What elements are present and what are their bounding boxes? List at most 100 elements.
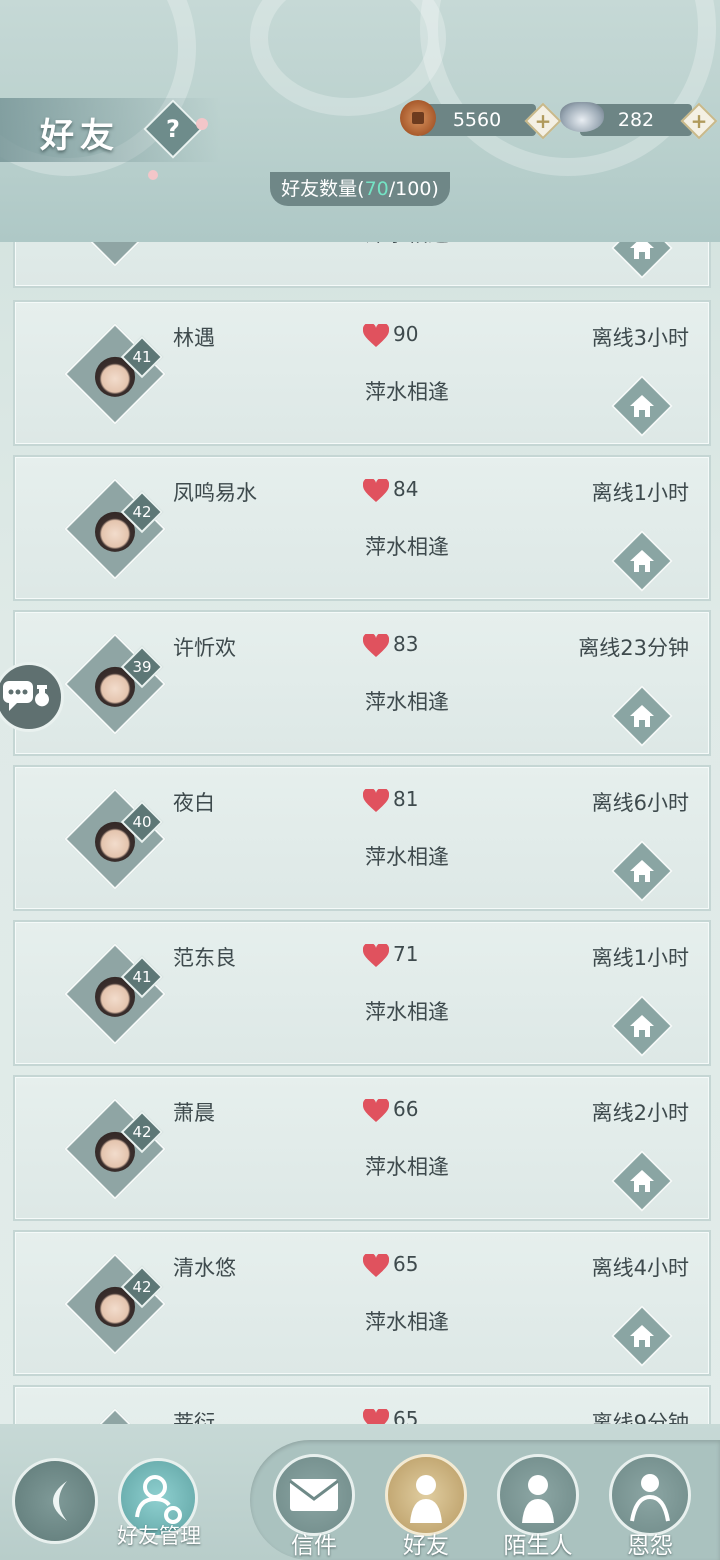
relation-status: 萍水相逢 bbox=[365, 535, 449, 559]
level-value: 42 bbox=[132, 1123, 152, 1141]
relation-status: 萍水相逢 bbox=[365, 1155, 449, 1179]
online-status: 离线23分钟 bbox=[578, 636, 689, 660]
friend-name: 清水悠 bbox=[173, 1256, 236, 1280]
avatar-frame bbox=[64, 1253, 166, 1355]
intimacy-value: 83 bbox=[393, 632, 419, 656]
visit-home-button[interactable] bbox=[610, 684, 674, 748]
intimacy-value: 65 bbox=[393, 1252, 419, 1276]
friend-count-label: 好友数量( bbox=[281, 178, 365, 200]
tab-strangers[interactable] bbox=[497, 1454, 579, 1536]
friend-avatar[interactable]: 39 bbox=[64, 633, 166, 735]
friend-card[interactable]: 40 夜白 81 萍水相逢 离线6小时 bbox=[13, 765, 711, 911]
friend-card[interactable]: 39 许忻欢 83 萍水相逢 离线23分钟 bbox=[13, 610, 711, 756]
relation-status: 萍水相逢 bbox=[365, 1310, 449, 1334]
level-value: 42 bbox=[132, 503, 152, 521]
decor-swirl bbox=[420, 0, 716, 176]
visit-home-button[interactable] bbox=[610, 1304, 674, 1368]
friend-count-badge: 好友数量(70/100) bbox=[270, 172, 450, 206]
friend-card[interactable]: 42 萧晨 66 萍水相逢 离线2小时 bbox=[13, 1075, 711, 1221]
level-value: 41 bbox=[132, 968, 152, 986]
visit-home-button[interactable] bbox=[610, 242, 674, 280]
online-status: 离线6小时 bbox=[591, 791, 689, 815]
silver-ingot-icon bbox=[560, 102, 604, 132]
friend-avatar[interactable]: 40 bbox=[64, 788, 166, 890]
plus-icon: + bbox=[690, 109, 708, 133]
visit-home-button[interactable] bbox=[610, 994, 674, 1058]
level-value: 42 bbox=[132, 1278, 152, 1296]
friend-avatar[interactable]: 42 bbox=[64, 1253, 166, 1355]
intimacy-value: 66 bbox=[393, 1097, 419, 1121]
friend-card[interactable]: 莘衍 65 离线9分钟 bbox=[13, 1385, 711, 1424]
friend-name: 夜白 bbox=[173, 791, 215, 815]
visit-home-button[interactable] bbox=[610, 529, 674, 593]
level-value: 39 bbox=[132, 658, 152, 676]
grudge-portrait-icon bbox=[630, 1474, 670, 1522]
friend-name: 萧晨 bbox=[173, 1101, 215, 1125]
visit-home-button[interactable] bbox=[610, 374, 674, 438]
avatar-frame bbox=[64, 478, 166, 580]
online-status: 离线2小时 bbox=[591, 1101, 689, 1125]
friend-name: 林遇 bbox=[173, 326, 215, 350]
friend-avatar[interactable] bbox=[64, 1408, 166, 1424]
page-title: 好友 bbox=[40, 116, 120, 156]
blossom-decor bbox=[196, 118, 208, 130]
avatar-frame bbox=[64, 788, 166, 890]
friend-name: 范东良 bbox=[173, 946, 236, 970]
heart-icon bbox=[362, 787, 390, 813]
friend-avatar[interactable]: 42 bbox=[64, 1098, 166, 1200]
friend-avatar[interactable]: 42 bbox=[64, 478, 166, 580]
intimacy-value: 84 bbox=[393, 477, 419, 501]
online-status: 离线3小时 bbox=[591, 326, 689, 350]
intimacy-value: 65 bbox=[393, 1407, 419, 1424]
online-status: 离线9分钟 bbox=[591, 1411, 689, 1424]
top-header: 好友 ? 5560 + 282 + 好友数量(70/100) bbox=[0, 0, 720, 242]
heart-icon bbox=[362, 477, 390, 503]
copper-coin-icon bbox=[400, 100, 436, 136]
decor-swirl bbox=[250, 0, 446, 116]
avatar-frame bbox=[64, 323, 166, 425]
avatar-frame bbox=[64, 633, 166, 735]
friend-count-max: 100 bbox=[395, 178, 432, 200]
tab-grudges-label: 恩怨 bbox=[627, 1533, 673, 1559]
visit-home-button[interactable] bbox=[610, 839, 674, 903]
friend-card[interactable]: 41 范东良 71 萍水相逢 离线1小时 bbox=[13, 920, 711, 1066]
tab-mail[interactable] bbox=[273, 1454, 355, 1536]
tab-friends[interactable] bbox=[385, 1454, 467, 1536]
friend-card[interactable]: 42 清水悠 65 萍水相逢 离线4小时 bbox=[13, 1230, 711, 1376]
tab-grudges[interactable] bbox=[609, 1454, 691, 1536]
back-button[interactable] bbox=[12, 1458, 98, 1544]
friend-avatar[interactable]: 41 bbox=[64, 323, 166, 425]
help-icon: ? bbox=[166, 115, 180, 143]
friend-card[interactable]: 42 凤鸣易水 84 萍水相逢 离线1小时 bbox=[13, 455, 711, 601]
chat-bubble-icon bbox=[3, 681, 49, 711]
friend-list[interactable]: 萍水相逢41林遇90萍水相逢离线3小时42凤鸣易水84萍水相逢离线1小时39许忻… bbox=[0, 242, 720, 1424]
relation-status: 萍水相逢 bbox=[365, 845, 449, 869]
tab-strangers-label: 陌生人 bbox=[503, 1533, 573, 1559]
stranger-portrait-icon bbox=[522, 1475, 554, 1523]
avatar-frame bbox=[64, 242, 166, 267]
tab-mail-label: 信件 bbox=[291, 1533, 337, 1559]
avatar-frame bbox=[64, 1408, 166, 1424]
heart-icon bbox=[362, 1097, 390, 1123]
heart-icon bbox=[362, 942, 390, 968]
relation-status: 萍水相逢 bbox=[365, 242, 449, 248]
tab-friends-label: 好友 bbox=[403, 1533, 449, 1559]
friend-avatar[interactable]: 41 bbox=[64, 943, 166, 1045]
friend-name: 凤鸣易水 bbox=[173, 481, 257, 505]
plus-icon: + bbox=[534, 109, 552, 133]
avatar-frame bbox=[64, 943, 166, 1045]
friend-manage-label: 好友管理 bbox=[117, 1524, 201, 1548]
relation-status: 萍水相逢 bbox=[365, 1000, 449, 1024]
friend-avatar[interactable] bbox=[64, 242, 166, 267]
blossom-decor bbox=[148, 170, 158, 180]
chat-float-button[interactable] bbox=[0, 662, 64, 732]
visit-home-button[interactable] bbox=[610, 1149, 674, 1213]
friend-card[interactable]: 萍水相逢 bbox=[13, 242, 711, 288]
heart-icon bbox=[362, 322, 390, 348]
friend-card[interactable]: 41 林遇 90 萍水相逢 离线3小时 bbox=[13, 300, 711, 446]
heart-icon bbox=[362, 1252, 390, 1278]
back-arrow-icon bbox=[53, 1481, 67, 1521]
friend-portrait-icon bbox=[410, 1475, 442, 1523]
level-value: 40 bbox=[132, 813, 152, 831]
relation-status: 萍水相逢 bbox=[365, 380, 449, 404]
